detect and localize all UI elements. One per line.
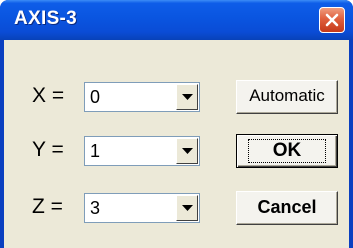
title-bar[interactable]: AXIS-3 — [0, 0, 353, 40]
close-icon — [325, 13, 339, 27]
close-button[interactable] — [319, 7, 345, 33]
y-axis-label: Y = — [32, 138, 64, 161]
x-axis-label: X = — [32, 84, 65, 107]
x-axis-value: 0 — [90, 87, 101, 107]
chevron-down-icon — [182, 148, 193, 154]
window-frame-right — [349, 40, 353, 248]
chevron-down-icon — [182, 205, 193, 211]
z-axis-label: Z = — [32, 195, 63, 218]
z-axis-dropdown-button[interactable] — [176, 195, 198, 221]
x-axis-dropdown-button[interactable] — [176, 84, 198, 110]
chevron-down-icon — [182, 94, 193, 100]
ok-button-label: OK — [247, 139, 327, 163]
cancel-button-label: Cancel — [257, 197, 317, 217]
cancel-button[interactable]: Cancel — [236, 191, 338, 225]
dialog-window: AXIS-3 X = 0 Y = 1 Z = 3 Automatic OK Ca… — [0, 0, 353, 248]
x-axis-select[interactable]: 0 — [84, 82, 200, 112]
ok-button[interactable]: OK — [236, 134, 338, 168]
dialog-body: X = 0 Y = 1 Z = 3 Automatic OK Cancel — [4, 40, 349, 248]
y-axis-select[interactable]: 1 — [84, 136, 200, 166]
z-axis-select[interactable]: 3 — [84, 193, 200, 223]
automatic-button[interactable]: Automatic — [236, 80, 338, 114]
y-axis-value: 1 — [90, 141, 101, 161]
automatic-button-label: Automatic — [249, 86, 325, 105]
window-title: AXIS-3 — [14, 8, 78, 29]
z-axis-value: 3 — [90, 198, 101, 218]
y-axis-dropdown-button[interactable] — [176, 138, 198, 164]
